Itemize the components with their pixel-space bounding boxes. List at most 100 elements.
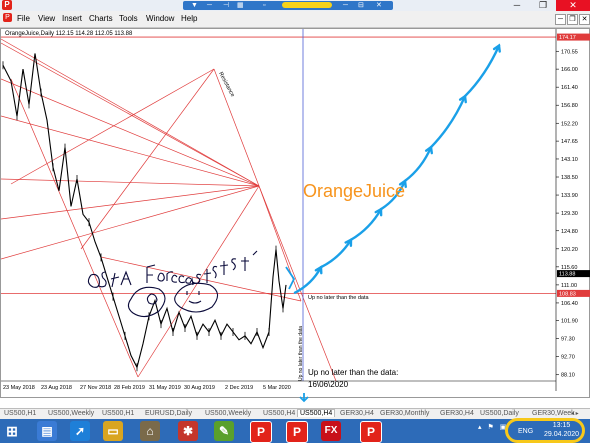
folder-icon[interactable]: ▭	[103, 421, 123, 441]
price-series	[2, 53, 287, 372]
taskbar-clock[interactable]: 13:15 29.04.2020	[544, 421, 579, 439]
fibonacci-fan-lines[interactable]	[1, 29, 556, 382]
broom-icon[interactable]: ⌂	[140, 421, 160, 441]
note-long-line: Up no later than the data:	[308, 368, 398, 377]
price-tick-label: 143.10	[561, 157, 578, 163]
app-p-icon-2[interactable]: P	[286, 421, 308, 443]
tray-flag-icon[interactable]: ⚑	[487, 424, 493, 431]
price-tick-label: 115.60	[561, 265, 577, 271]
price-tick-label: 111.00	[561, 283, 577, 289]
tile-icon[interactable]: ⊟	[358, 1, 364, 10]
outlook-icon[interactable]: ➚	[70, 421, 90, 441]
tab-us500-daily[interactable]: US500,Daily	[480, 410, 519, 417]
price-tick-label: 161.40	[561, 85, 578, 91]
forecast-segment	[319, 238, 353, 269]
price-tick-label: 170.55	[561, 49, 578, 55]
system-tray: ▴ ⚑ ▣	[478, 423, 506, 431]
price-tick-label: 92.70	[561, 355, 575, 361]
restore-icon[interactable]: ▫	[263, 1, 265, 10]
price-axis: 170.55 166.00 161.40 156.80 152.20 147.65 143.…	[555, 29, 590, 391]
scribble-eyes	[127, 282, 219, 318]
menu-tools[interactable]: Tools	[119, 14, 138, 23]
tab-scroll-arrows[interactable]: ◂ ▸	[571, 410, 579, 417]
time-tick-label: 27 Nov 2018	[80, 385, 111, 391]
time-tick-label: 2 Dec 2019	[225, 385, 253, 391]
tab-us500-h1-2[interactable]: US500,H1	[102, 410, 134, 417]
price-tick-label: 120.20	[561, 247, 578, 253]
tray-network-icon[interactable]: ▣	[500, 424, 507, 431]
taskbar: ⊞ ▤ ➚ ▭ ⌂ ✱ ✎ P P FX P ▴ ⚑ ▣	[0, 419, 590, 443]
chevron-down-icon[interactable]: ▼	[191, 1, 198, 10]
tab-ger30-week[interactable]: GER30,Week	[532, 410, 575, 417]
app-p-icon-3[interactable]: P	[360, 421, 382, 443]
minus-icon[interactable]: ─	[343, 1, 348, 10]
pin-icon[interactable]: ⊣	[223, 1, 229, 10]
menu-window[interactable]: Window	[146, 14, 174, 23]
scribble-forecast	[146, 250, 258, 286]
settings-gear-icon[interactable]: ✱	[178, 421, 198, 441]
price-tick-label: 129.30	[561, 211, 578, 217]
tab-ger30-h4[interactable]: GER30,H4	[340, 410, 374, 417]
grid-icon[interactable]: ▦	[237, 1, 244, 10]
fan-line	[1, 115, 260, 187]
mdi-restore-button[interactable]: ❐	[567, 14, 578, 25]
note-vertical: Up no later than the data	[298, 326, 304, 381]
down-arrow-mark	[299, 393, 309, 403]
tab-ger30-h4-2[interactable]: GER30,H4	[440, 410, 474, 417]
mdi-close-button[interactable]: ✕	[579, 14, 590, 25]
fan-line	[10, 68, 215, 185]
mdi-minimize-button[interactable]: ─	[555, 14, 566, 25]
clock-time: 13:15	[552, 422, 571, 429]
time-axis: 23 May 2018 23 Aug 2018 27 Nov 2018 28 Feb …	[1, 380, 556, 391]
menu-charts[interactable]: Charts	[89, 14, 113, 23]
price-tick-label: 166.00	[561, 67, 578, 73]
note-long-line: 16\06\2020	[308, 380, 349, 389]
tab-us500-weekly[interactable]: US500,Weekly	[48, 410, 94, 417]
price-label-top-line: 174.17	[559, 35, 576, 41]
time-tick-label: 28 Feb 2019	[114, 385, 145, 391]
time-tick-label: 30 Aug 2019	[184, 385, 215, 391]
menu-file[interactable]: File	[17, 14, 30, 23]
title-highlight-mark	[282, 2, 332, 8]
forecast-segment	[403, 145, 433, 183]
menu-help[interactable]: Help	[181, 14, 197, 23]
forecast-segment	[463, 44, 501, 98]
tab-eurusd-daily[interactable]: EURUSD,Daily	[145, 410, 192, 417]
price-tick-label: 97.30	[561, 337, 575, 343]
fan-line	[137, 185, 260, 378]
note-short: Up no later than the data	[308, 295, 369, 301]
price-tick-label: 133.90	[561, 193, 578, 199]
tab-us500-h1[interactable]: US500,H1	[4, 410, 36, 417]
app-p-icon-1[interactable]: P	[250, 421, 272, 443]
tab-us500-h4[interactable]: US500,H4	[263, 410, 295, 417]
close-icon[interactable]: ✕	[376, 1, 382, 10]
clock-date: 29.04.2020	[544, 431, 580, 438]
price-tick-label: 152.20	[561, 121, 578, 127]
price-tick-label: 124.80	[561, 229, 578, 235]
price-tick-label: 156.80	[561, 103, 578, 109]
paint-icon[interactable]: ✎	[214, 421, 234, 441]
menu-insert[interactable]: Insert	[62, 14, 82, 23]
price-chart[interactable]: OrangeJuice Up no later than the data Up n…	[1, 29, 590, 409]
fan-line	[213, 68, 260, 187]
price-tick-label: 88.10	[561, 373, 575, 379]
price-tick-label: 106.40	[561, 301, 578, 307]
app-logo-icon: P	[2, 0, 12, 10]
minimize-icon[interactable]: ─	[207, 1, 212, 10]
forecast-segment	[349, 207, 383, 241]
tab-ger30-monthly[interactable]: GER30,Monthly	[380, 410, 429, 417]
menu-view[interactable]: View	[38, 14, 55, 23]
fx-icon[interactable]: FX	[321, 421, 341, 441]
tab-us500-weekly-2[interactable]: US500,Weekly	[205, 410, 251, 417]
chart-menu-icon[interactable]: P	[3, 13, 12, 22]
title-bar: P ▼ ─ ⊣ ▦ ▫ ─ ⊟ ✕ ─ ❐ ✕	[0, 0, 590, 12]
start-button-icon[interactable]: ⊞	[2, 421, 22, 441]
time-tick-label: 23 May 2018	[3, 385, 35, 391]
chart-header: OrangeJuice,Daily 112.15 114.28 112.05 1…	[5, 31, 133, 37]
tab-us500-h4-active[interactable]: US500,H4	[297, 409, 336, 417]
tray-up-arrow-icon[interactable]: ▴	[478, 424, 482, 431]
chart-window[interactable]: OrangeJuice Up no later than the data Up n…	[0, 28, 590, 403]
language-indicator[interactable]: ENG	[518, 428, 533, 435]
computer-icon[interactable]: ▤	[37, 421, 57, 441]
time-tick-label: 23 Aug 2018	[41, 385, 72, 391]
